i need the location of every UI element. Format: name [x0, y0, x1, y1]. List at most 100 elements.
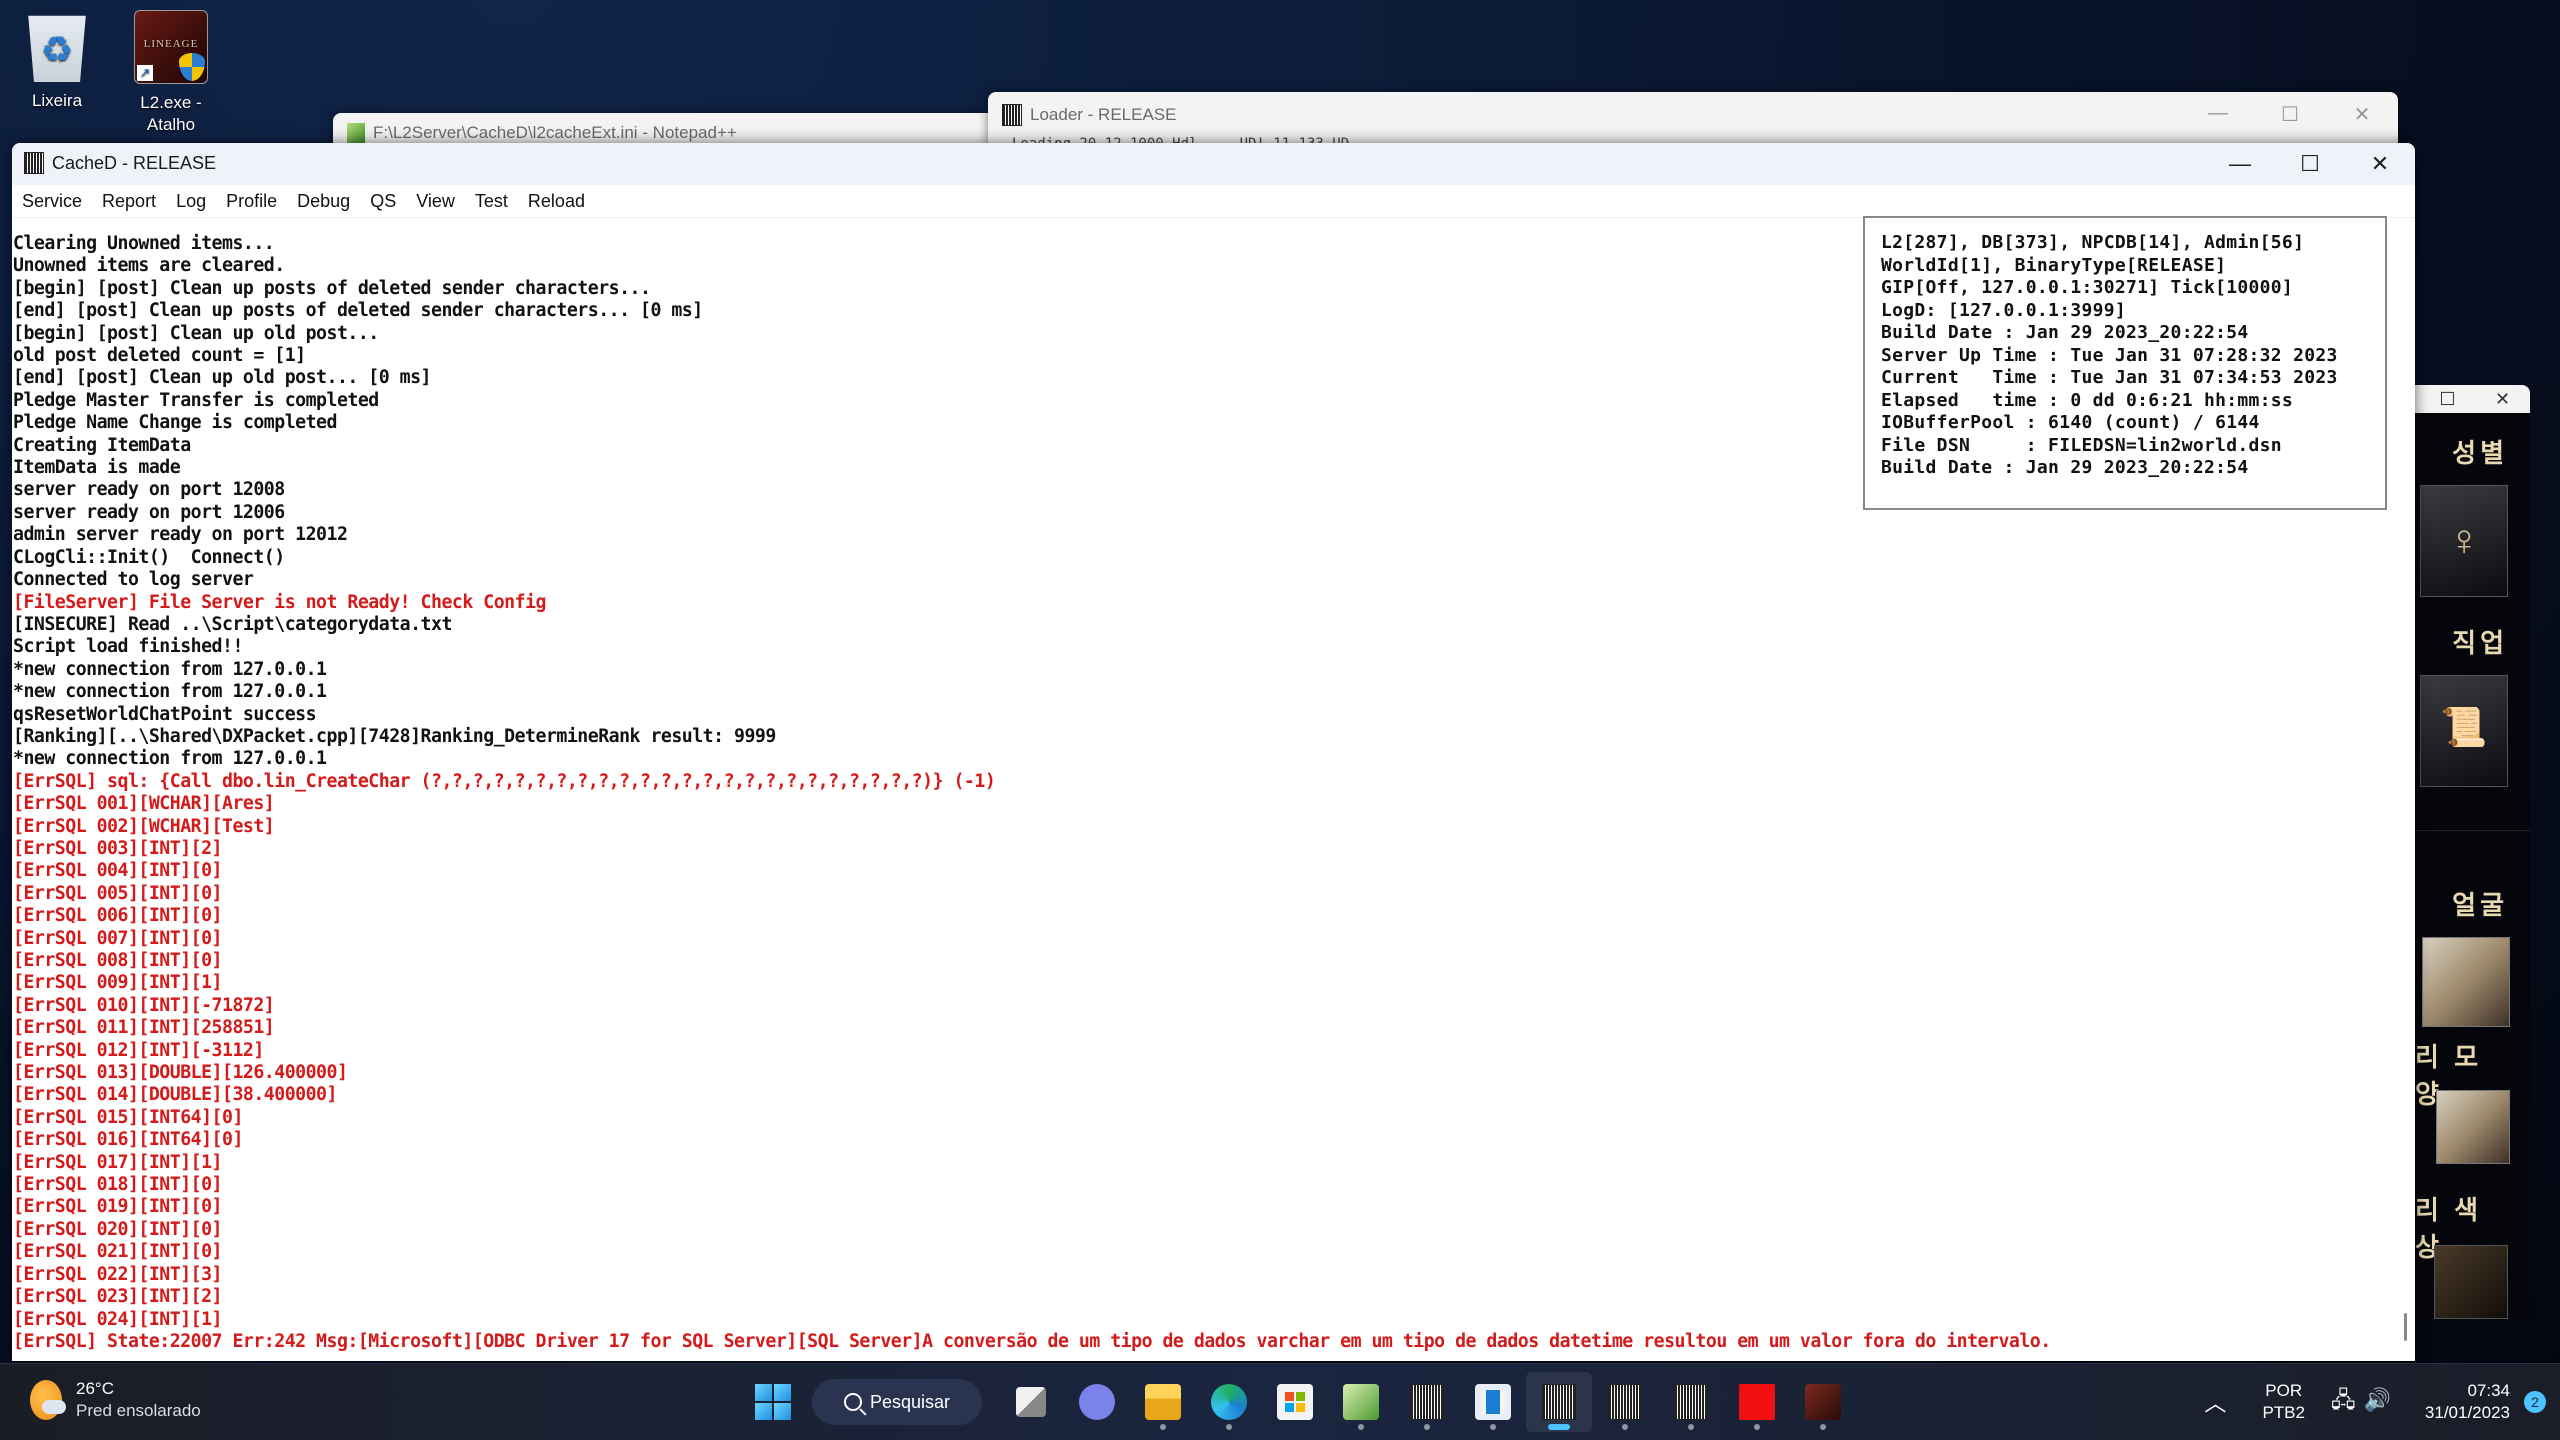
game-maximize-button[interactable]: ☐	[2420, 389, 2475, 410]
loader-close-button[interactable]: ✕	[2326, 102, 2398, 127]
log-line-error: [ErrSQL 008][INT][0]	[13, 950, 223, 971]
minimize-button[interactable]: —	[2205, 151, 2275, 177]
lineage2-icon	[1805, 1384, 1841, 1420]
weather-desc: Pred ensolarado	[76, 1401, 201, 1420]
class-button[interactable]: 📜	[2420, 675, 2508, 787]
menu-reload[interactable]: Reload	[528, 191, 585, 212]
notification-badge[interactable]: 2	[2524, 1391, 2546, 1413]
log-line-error: [ErrSQL 024][INT][1]	[13, 1308, 223, 1330]
menu-view[interactable]: View	[416, 191, 455, 212]
desktop-icon-label-line2: Atalho	[146, 115, 196, 134]
menu-log[interactable]: Log	[176, 191, 206, 212]
desktop-icon-recycle-bin[interactable]: ♻ Lixeira	[2, 4, 112, 112]
menu-debug[interactable]: Debug	[297, 191, 350, 212]
game-close-button[interactable]: ✕	[2475, 389, 2530, 410]
log-line-error: [ErrSQL 012][INT][-3112]	[13, 1039, 264, 1061]
info-line: LogD: [127.0.0.1:3999]	[1881, 299, 2127, 321]
maximize-button[interactable]: ☐	[2275, 151, 2345, 177]
barcode-app-icon	[1608, 1384, 1642, 1420]
barcode-app-icon	[1410, 1384, 1444, 1420]
lineage2-icon: LINEAGE ↗	[134, 10, 208, 84]
menu-service[interactable]: Service	[22, 191, 82, 212]
female-gender-icon: ♀	[2447, 516, 2481, 565]
face-preview[interactable]	[2422, 937, 2510, 1027]
log-line: admin server ready on port 12012	[13, 524, 348, 546]
weather-temp: 26°C	[76, 1379, 114, 1398]
loader-minimize-button[interactable]: —	[2182, 102, 2254, 127]
log-line: Script load finished!!	[13, 636, 243, 658]
show-hidden-icons-chevron-icon[interactable]: ︿	[2204, 1386, 2226, 1418]
cached-window[interactable]: CacheD - RELEASE — ☐ ✕ Service Report Lo…	[12, 143, 2415, 1361]
barcode-app-icon	[1542, 1384, 1576, 1420]
weather-widget[interactable]: 26°C Pred ensolarado	[30, 1378, 201, 1422]
hair-style-preview[interactable]	[2436, 1090, 2510, 1164]
menu-profile[interactable]: Profile	[226, 191, 277, 212]
info-line: Server Up Time : Tue Jan 31 07:28:32 202…	[1881, 344, 2338, 366]
menu-report[interactable]: Report	[102, 191, 156, 212]
loader-titlebar[interactable]: Loader - RELEASE	[1002, 104, 1176, 126]
taskbar-app-window[interactable]	[1460, 1372, 1526, 1432]
log-line: [Ranking][..\Shared\DXPacket.cpp][7428]R…	[13, 725, 776, 747]
network-volume-icons[interactable]: 🖧🔊	[2331, 1383, 2399, 1421]
server-info-panel: L2[287], DB[373], NPCDB[14], Admin[56] Wo…	[1863, 216, 2387, 510]
log-line: *new connection from 127.0.0.1	[13, 681, 327, 703]
loader-title: Loader - RELEASE	[1030, 105, 1177, 124]
info-line: Build Date : Jan 29 2023_20:22:54	[1881, 322, 2249, 343]
folder-icon	[1145, 1384, 1181, 1420]
log-line-error: [ErrSQL 007][INT][0]	[13, 927, 223, 949]
log-line-error: [ErrSQL 009][INT][1]	[13, 972, 223, 994]
taskbar-notepad-plus-plus[interactable]	[1328, 1372, 1394, 1432]
taskbar-server-app-3[interactable]	[1658, 1372, 1724, 1432]
menu-test[interactable]: Test	[475, 191, 508, 212]
network-icon: 🖧	[2330, 1387, 2364, 1412]
log-line-error: [ErrSQL 014][DOUBLE][38.400000]	[13, 1084, 337, 1106]
taskbar-lineage2-client[interactable]	[1790, 1372, 1856, 1432]
taskbar-red-app[interactable]	[1724, 1372, 1790, 1432]
start-button[interactable]	[740, 1372, 806, 1432]
log-line-error: [ErrSQL 001][WCHAR][Ares]	[13, 793, 275, 815]
scroll-icon: 📜	[2440, 707, 2488, 749]
log-line: [INSECURE] Read ..\Script\categorydata.t…	[13, 613, 452, 635]
notepad-title: F:\L2Server\CacheD\l2cacheExt.ini - Note…	[373, 123, 737, 142]
game-titlebar[interactable]: ☐ ✕	[2415, 385, 2530, 413]
log-line-error: [ErrSQL 020][INT][0]	[13, 1218, 223, 1240]
taskbar-edge[interactable]	[1196, 1372, 1262, 1432]
close-button[interactable]: ✕	[2345, 151, 2415, 177]
log-line-error: [ErrSQL 018][INT][0]	[13, 1174, 223, 1196]
log-line-error: [ErrSQL 023][INT][2]	[13, 1286, 223, 1308]
hair-color-swatch[interactable]	[2434, 1245, 2508, 1319]
desktop-icon-label-line1: L2.exe -	[140, 93, 202, 112]
cached-titlebar[interactable]: CacheD - RELEASE — ☐ ✕	[12, 143, 2415, 185]
log-line-error: [ErrSQL 022][INT][3]	[13, 1263, 223, 1285]
info-line: WorldId[1], BinaryType[RELEASE]	[1881, 254, 2227, 276]
info-line: Elapsed time : 0 dd 0:6:21 hh:mm:ss	[1881, 389, 2294, 411]
search-box[interactable]: Pesquisar	[812, 1379, 982, 1425]
task-view-icon	[1016, 1387, 1046, 1417]
loader-maximize-button[interactable]: ☐	[2254, 102, 2326, 127]
clock[interactable]: 07:34 31/01/2023	[2425, 1380, 2510, 1424]
desktop-icon-l2-shortcut[interactable]: LINEAGE ↗ L2.exe - Atalho	[116, 4, 226, 136]
gender-label: 성별	[2452, 438, 2508, 468]
log-line-error: [ErrSQL 010][INT][-71872]	[13, 994, 275, 1016]
log-line-error: [ErrSQL 002][WCHAR][Test]	[13, 815, 275, 837]
uac-shield-icon	[179, 53, 205, 81]
search-icon	[843, 1393, 862, 1411]
log-line-error: [ErrSQL 005][INT][0]	[13, 882, 223, 904]
menu-qs[interactable]: QS	[370, 191, 396, 212]
edge-icon	[1211, 1384, 1247, 1420]
taskbar-cached-release[interactable]	[1526, 1372, 1592, 1432]
gender-button[interactable]: ♀	[2420, 485, 2508, 597]
volume-icon: 🔊	[2363, 1387, 2399, 1412]
taskbar-task-view[interactable]	[998, 1372, 1064, 1432]
menu-bar: Service Report Log Profile Debug QS View…	[12, 185, 2415, 218]
log-scrollbar[interactable]	[2404, 1313, 2407, 1341]
notepad-titlebar[interactable]: F:\L2Server\CacheD\l2cacheExt.ini - Note…	[347, 123, 737, 143]
taskbar-server-app-2[interactable]	[1592, 1372, 1658, 1432]
log-line: Connected to log server	[13, 569, 254, 591]
input-language-indicator[interactable]: POR PTB2	[2262, 1380, 2305, 1424]
taskbar-server-app-1[interactable]	[1394, 1372, 1460, 1432]
taskbar-file-explorer[interactable]	[1130, 1372, 1196, 1432]
game-client-window[interactable]: ☐ ✕ 성별 ♀ 직업 📜 얼굴 리 모양 리 색상	[2415, 385, 2530, 1320]
taskbar-teams-chat[interactable]	[1064, 1372, 1130, 1432]
taskbar-store[interactable]	[1262, 1372, 1328, 1432]
